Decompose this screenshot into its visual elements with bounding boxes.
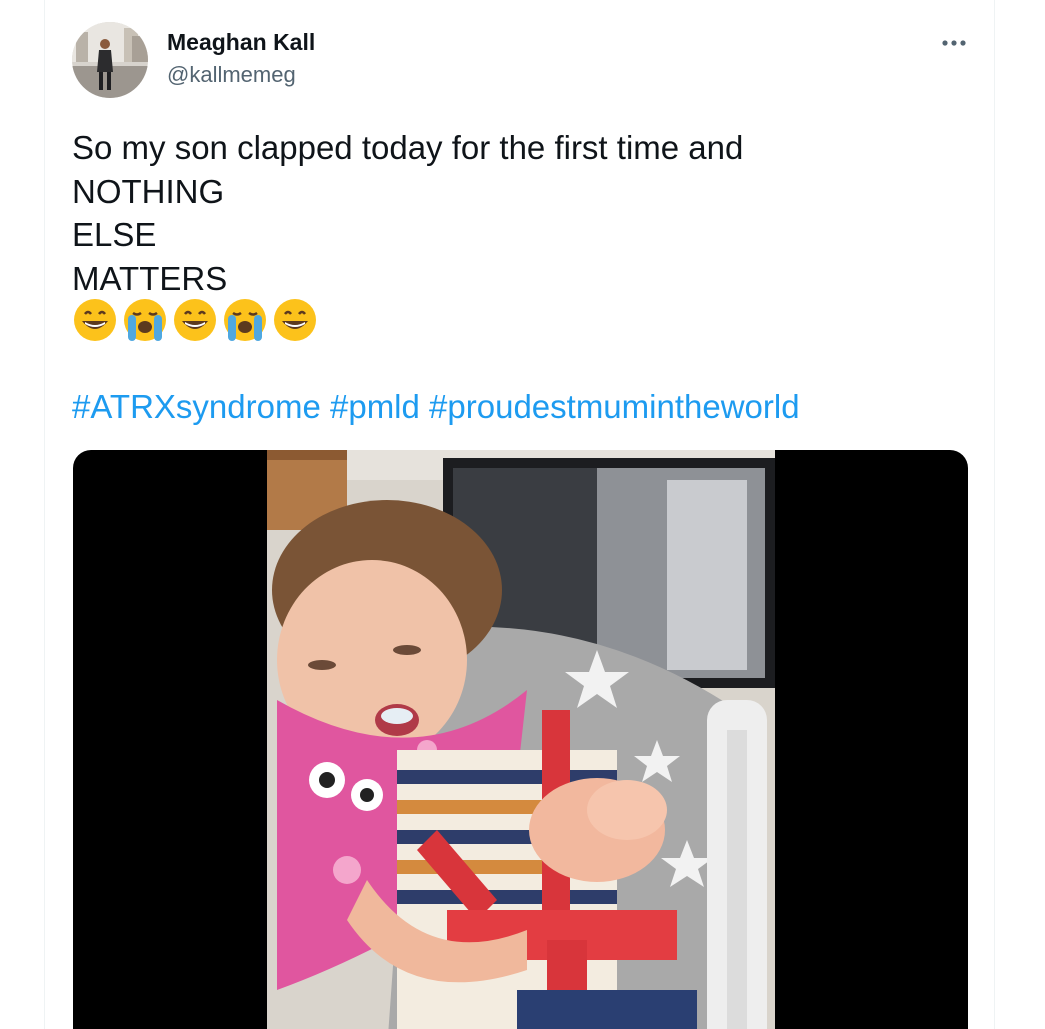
tweet-text-line: MATTERS (72, 259, 228, 297)
hashtag-link[interactable]: #pmld (330, 388, 420, 425)
more-options-button[interactable] (934, 28, 974, 58)
author-avatar[interactable] (72, 22, 148, 98)
hashtag-link[interactable]: #ATRXsyndrome (72, 388, 321, 425)
card-border-right (994, 0, 995, 1029)
tweet-text-line: So my son clapped today for the first ti… (72, 129, 744, 166)
video-thumbnail (267, 450, 775, 1029)
video-thumbnail-icon (267, 450, 775, 1029)
author-handle[interactable]: @kallmemeg (167, 62, 296, 88)
author-display-name[interactable]: Meaghan Kall (167, 29, 315, 56)
grinning-face-icon (174, 299, 216, 341)
loudly-crying-face-icon (124, 299, 166, 341)
emoji-row (72, 297, 318, 343)
tweet-text-line: NOTHING (72, 172, 225, 210)
loudly-crying-face-icon (224, 299, 266, 341)
card-border-left (44, 0, 45, 1029)
hashtag-link[interactable]: #proudestmumintheworld (429, 388, 800, 425)
more-options-icon (942, 40, 966, 46)
tweet-page: Meaghan Kall @kallmemeg So my son clappe… (0, 0, 1045, 1029)
user-photo-avatar-icon (72, 22, 148, 98)
grinning-face-icon (74, 299, 116, 341)
tweet-text: So my son clapped today for the first ti… (72, 126, 972, 300)
grinning-face-icon (274, 299, 316, 341)
tweet-video[interactable] (73, 450, 968, 1029)
tweet-text-line: ELSE (72, 216, 157, 253)
hashtag-row: #ATRXsyndrome #pmld #proudestmuminthewor… (72, 388, 800, 426)
